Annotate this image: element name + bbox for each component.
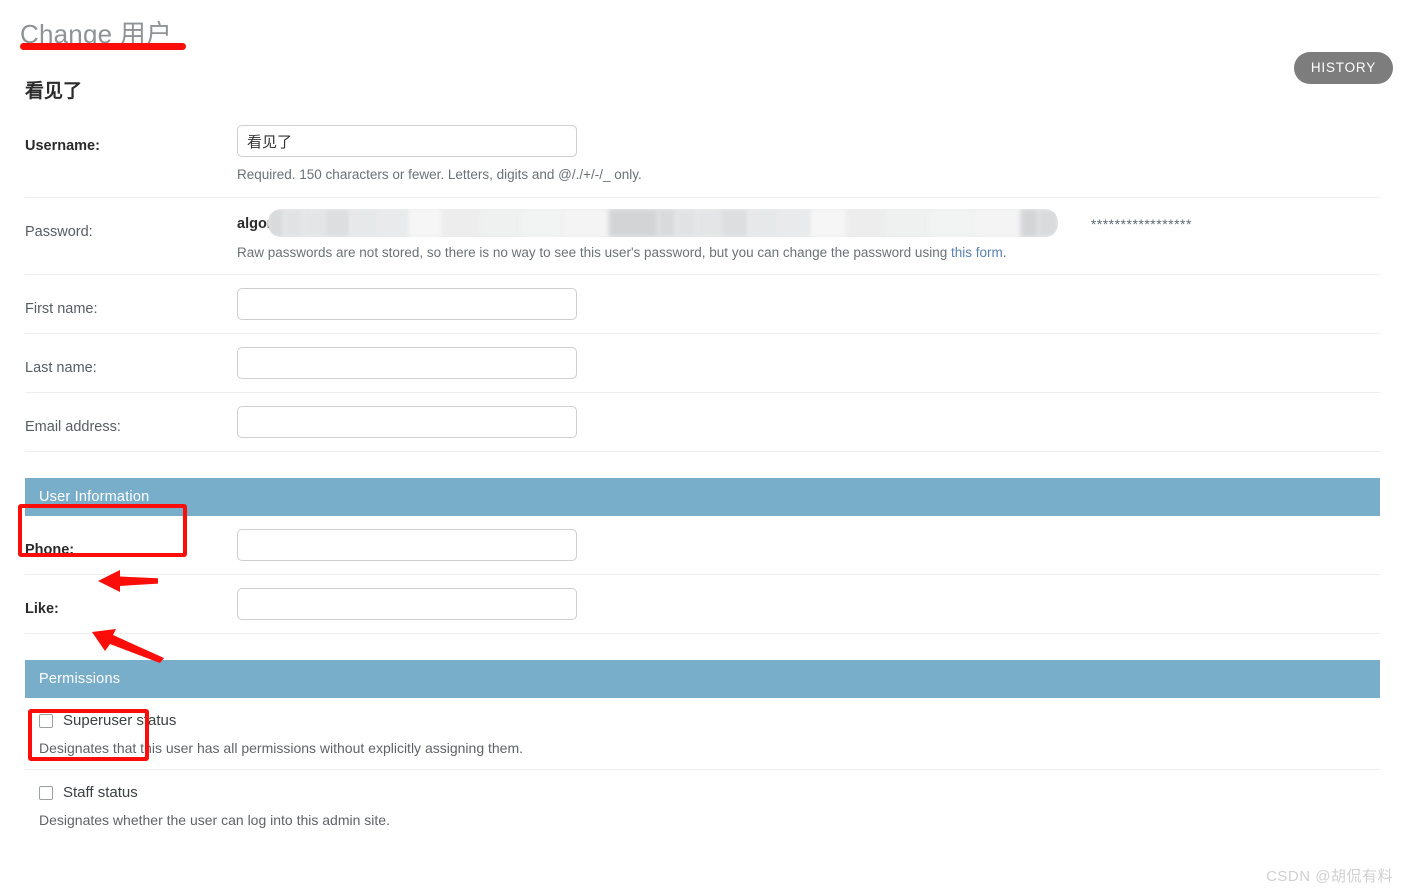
permissions-header: Permissions: [25, 660, 1380, 699]
form-row-like: Like:: [25, 574, 1380, 633]
username-label: Username:: [25, 138, 100, 154]
object-name-heading: 看见了: [25, 81, 83, 102]
user-information-header: User Information: [25, 478, 1380, 517]
phone-label: Phone:: [25, 542, 75, 559]
form-row-email: Email address:: [25, 392, 1380, 451]
password-help-before: Raw passwords are not stored, so there i…: [237, 244, 951, 260]
password-help-text: Raw passwords are not stored, so there i…: [237, 244, 1380, 262]
user-information-title: User Information: [39, 489, 150, 506]
like-input[interactable]: [237, 588, 577, 621]
form-row-last-name: Last name:: [25, 333, 1380, 392]
username-input[interactable]: [237, 125, 577, 157]
form-row-username: Username: Required. 150 characters or fe…: [25, 112, 1380, 197]
change-form: Username: Required. 150 characters or fe…: [0, 112, 1405, 841]
email-input[interactable]: [237, 406, 577, 439]
last-name-label: Last name:: [25, 360, 97, 377]
permissions-title: Permissions: [39, 671, 121, 688]
last-name-input[interactable]: [237, 347, 577, 380]
like-label: Like:: [25, 601, 59, 618]
history-button[interactable]: HISTORY: [1293, 52, 1393, 84]
password-help-after: .: [1002, 244, 1007, 260]
password-label: Password:: [25, 223, 93, 240]
username-help-text: Required. 150 characters or fewer. Lette…: [237, 167, 642, 182]
form-row-phone: Phone:: [25, 516, 1380, 574]
superuser-status-checkbox[interactable]: [39, 713, 53, 728]
phone-input[interactable]: [237, 529, 577, 562]
form-row-first-name: First name:: [25, 274, 1380, 333]
superuser-status-help: Designates that this user has all permis…: [39, 740, 524, 757]
first-name-input[interactable]: [237, 288, 577, 321]
form-row-superuser-status: Superuser status Designates that this us…: [25, 698, 1380, 769]
email-label: Email address:: [25, 419, 121, 436]
form-row-password: Password: algorithr ***************** Ra…: [25, 196, 1380, 275]
superuser-status-label: Superuser status: [63, 712, 177, 730]
staff-status-checkbox[interactable]: [39, 785, 53, 800]
first-name-label: First name:: [25, 301, 98, 318]
title-underline-annotation: [20, 43, 186, 50]
csdn-watermark: CSDN @胡侃有料: [1266, 868, 1393, 885]
password-value-display: algorithr *****************: [237, 208, 1380, 237]
password-redaction-blur: [268, 208, 1058, 237]
form-row-staff-status: Staff status Designates whether the user…: [25, 769, 1380, 841]
staff-status-help: Designates whether the user can log into…: [39, 812, 390, 829]
password-masked-value: *****************: [1090, 215, 1192, 232]
staff-status-label: Staff status: [63, 784, 138, 802]
change-password-link[interactable]: this form: [951, 245, 1003, 260]
admin-change-user-page: Change 用户 HISTORY 看见了 Username: Required…: [0, 0, 1405, 894]
